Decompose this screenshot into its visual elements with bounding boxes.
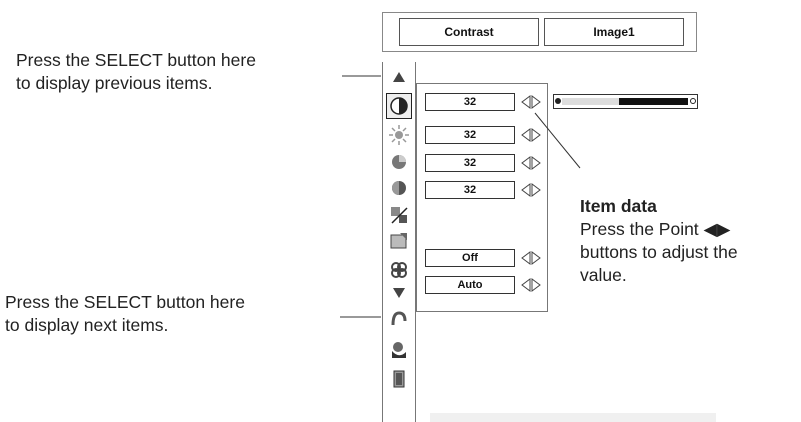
item-data-line3: value.	[580, 265, 627, 285]
item-data-line2: buttons to adjust the	[580, 242, 738, 262]
item-data-line1: Press the Point ◀▶	[580, 219, 731, 239]
next-callout-line2: to display next items.	[5, 315, 169, 335]
item-data-title: Item data	[580, 196, 657, 216]
item-data-leader-line	[534, 112, 581, 169]
manual-diagram: Contrast Image1 32 32 32 32 Off Auto Pre…	[0, 0, 801, 422]
page-shade	[430, 413, 716, 422]
previous-callout-line2: to display previous items.	[16, 73, 213, 93]
previous-callout-line1: Press the SELECT button here	[16, 50, 256, 70]
next-callout-line1: Press the SELECT button here	[5, 292, 245, 312]
